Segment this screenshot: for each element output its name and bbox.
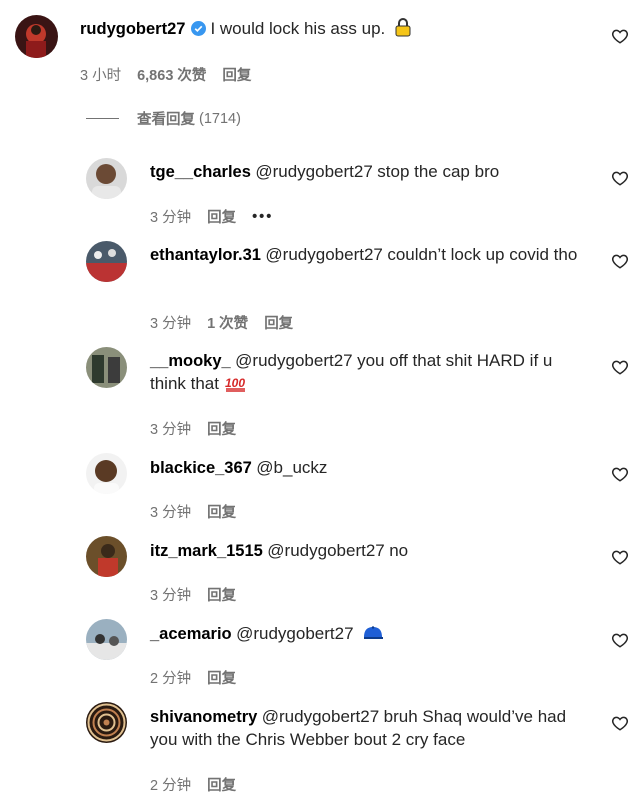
like-heart-icon[interactable] bbox=[611, 27, 629, 45]
comment-username[interactable]: tge__charles bbox=[150, 163, 251, 181]
avatar[interactable] bbox=[86, 347, 127, 388]
mention-link[interactable]: @rudygobert27 bbox=[235, 351, 352, 370]
avatar[interactable] bbox=[86, 536, 127, 577]
comment-meta: 3 分钟 1 次赞 回复 bbox=[150, 312, 293, 333]
view-replies-label[interactable]: 查看回复 bbox=[137, 108, 195, 129]
like-heart-icon[interactable] bbox=[611, 548, 629, 566]
comment-meta: 3 分钟 回复 bbox=[150, 584, 236, 605]
comment-meta: 2 分钟 回复 bbox=[150, 774, 236, 795]
reply-button[interactable]: 回复 bbox=[222, 64, 251, 85]
like-count[interactable]: 6,863 次赞 bbox=[137, 64, 206, 85]
reply-comment: shivanometry @rudygobert27 bruh Shaq wou… bbox=[150, 705, 590, 751]
reply-comment: tge__charles @rudygobert27 stop the cap … bbox=[150, 160, 590, 183]
mention-link[interactable]: @rudygobert27 bbox=[265, 245, 382, 264]
comment-text: stop the cap bro bbox=[377, 162, 500, 181]
reply-button[interactable]: 回复 bbox=[207, 584, 236, 605]
reply-comment: itz_mark_1515 @rudygobert27 no bbox=[150, 539, 590, 562]
comment-username[interactable]: blackice_367 bbox=[150, 459, 252, 477]
reply-button[interactable]: 回复 bbox=[207, 501, 236, 522]
reply-button[interactable]: 回复 bbox=[207, 774, 236, 795]
reply-button[interactable]: 回复 bbox=[207, 667, 236, 688]
comment-text: no bbox=[389, 541, 409, 560]
comment-username[interactable]: __mooky_ bbox=[150, 352, 231, 370]
reply-button[interactable]: 回复 bbox=[207, 206, 236, 227]
comment-time: 2 分钟 bbox=[150, 671, 192, 687]
view-replies-toggle[interactable]: 查看回复 (1714) bbox=[86, 108, 241, 129]
comment-meta: 2 分钟 回复 bbox=[150, 667, 236, 688]
comment-username[interactable]: rudygobert27 bbox=[80, 20, 185, 38]
reply-button[interactable]: 回复 bbox=[264, 312, 293, 333]
divider-line bbox=[86, 118, 119, 119]
mention-link[interactable]: @rudygobert27 bbox=[255, 162, 372, 181]
like-heart-icon[interactable] bbox=[611, 631, 629, 649]
mention-link[interactable]: @rudygobert27 bbox=[262, 707, 379, 726]
reply-comment: ethantaylor.31 @rudygobert27 couldn’t lo… bbox=[150, 243, 590, 266]
comment-time: 3 小时 bbox=[80, 68, 122, 84]
lock-emoji bbox=[395, 18, 411, 37]
reply-button[interactable]: 回复 bbox=[207, 418, 236, 439]
comment-username[interactable]: itz_mark_1515 bbox=[150, 542, 263, 560]
comment-time: 3 分钟 bbox=[150, 210, 192, 226]
like-heart-icon[interactable] bbox=[611, 252, 629, 270]
svg-text:100: 100 bbox=[225, 376, 245, 390]
comment-meta: 3 小时 6,863 次赞 回复 bbox=[80, 64, 251, 85]
comment-time: 2 分钟 bbox=[150, 778, 192, 794]
hundred-points-emoji: 100 bbox=[225, 376, 246, 392]
comment-meta: 3 分钟 回复 ••• bbox=[150, 206, 273, 227]
avatar[interactable] bbox=[86, 241, 127, 282]
like-heart-icon[interactable] bbox=[611, 169, 629, 187]
comment-text: couldn’t lock up covid tho bbox=[387, 245, 578, 264]
like-heart-icon[interactable] bbox=[611, 465, 629, 483]
avatar[interactable] bbox=[86, 158, 127, 199]
like-heart-icon[interactable] bbox=[611, 714, 629, 732]
reply-comment: blackice_367 @b_uckz bbox=[150, 456, 590, 479]
main-comment: rudygobert27 I would lock his ass up. bbox=[80, 17, 600, 41]
avatar[interactable] bbox=[86, 702, 127, 743]
replies-count: (1714) bbox=[199, 110, 241, 127]
comment-meta: 3 分钟 回复 bbox=[150, 418, 236, 439]
mention-link[interactable]: @rudygobert27 bbox=[267, 541, 384, 560]
comment-time: 3 分钟 bbox=[150, 505, 192, 521]
comment-time: 3 分钟 bbox=[150, 588, 192, 604]
like-heart-icon[interactable] bbox=[611, 358, 629, 376]
comment-username[interactable]: shivanometry bbox=[150, 708, 257, 726]
more-options-icon[interactable]: ••• bbox=[252, 209, 273, 225]
comment-text: I would lock his ass up. bbox=[210, 19, 386, 38]
comment-username[interactable]: ethantaylor.31 bbox=[150, 246, 261, 264]
reply-comment: _acemario @rudygobert27 bbox=[150, 622, 590, 645]
comment-meta: 3 分钟 回复 bbox=[150, 501, 236, 522]
comment-time: 3 分钟 bbox=[150, 316, 192, 332]
blue-cap-emoji bbox=[364, 626, 383, 639]
verified-icon bbox=[191, 21, 207, 36]
avatar[interactable] bbox=[86, 453, 127, 494]
mention-link[interactable]: @b_uckz bbox=[256, 458, 327, 477]
reply-comment: __mooky_ @rudygobert27 you off that shit… bbox=[150, 349, 590, 395]
comment-time: 3 分钟 bbox=[150, 422, 192, 438]
comment-username[interactable]: _acemario bbox=[150, 625, 232, 643]
mention-link[interactable]: @rudygobert27 bbox=[236, 624, 353, 643]
like-count[interactable]: 1 次赞 bbox=[207, 312, 248, 333]
avatar[interactable] bbox=[15, 15, 58, 58]
avatar[interactable] bbox=[86, 619, 127, 660]
